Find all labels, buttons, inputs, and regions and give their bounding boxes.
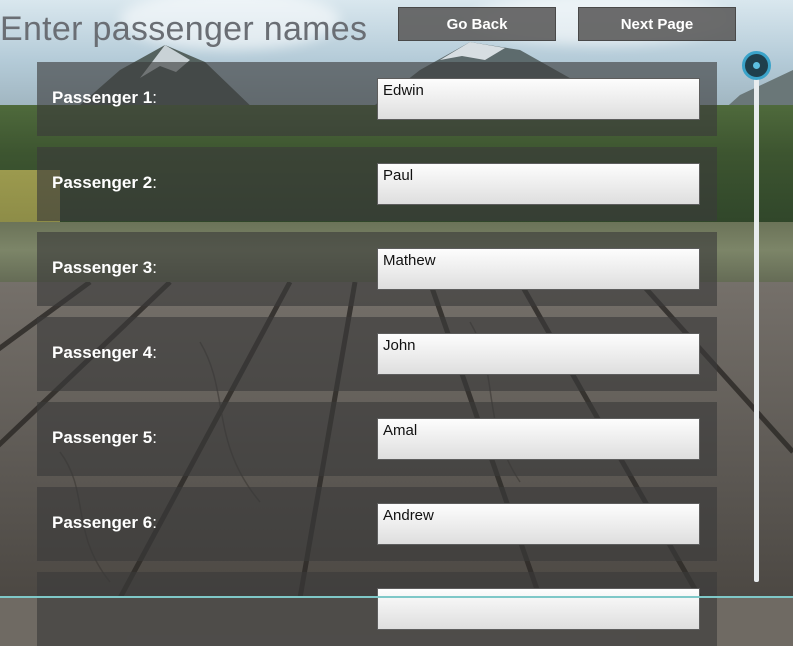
go-back-button[interactable]: Go Back — [398, 7, 556, 41]
passenger-name-input[interactable] — [377, 78, 700, 120]
passenger-row: Passenger 3: — [37, 232, 717, 306]
passenger-name-input[interactable] — [377, 248, 700, 290]
passenger-name-input[interactable] — [377, 588, 700, 630]
passenger-label: Passenger 2: — [52, 173, 157, 192]
passenger-label: Passenger 6: — [52, 513, 157, 532]
page-title: Enter passenger names — [0, 10, 368, 48]
passenger-row: Passenger 4: — [37, 317, 717, 391]
passenger-label: Passenger 4: — [52, 343, 157, 362]
passenger-name-input[interactable] — [377, 163, 700, 205]
passenger-label: Passenger 3: — [52, 258, 157, 277]
passenger-name-input[interactable] — [377, 503, 700, 545]
scrollbar-track[interactable] — [754, 66, 759, 582]
passenger-row: Passenger 2: — [37, 147, 717, 221]
next-page-button[interactable]: Next Page — [578, 7, 736, 41]
passenger-row — [37, 572, 717, 646]
passenger-name-input[interactable] — [377, 418, 700, 460]
scroll-thumb-icon[interactable] — [742, 51, 771, 80]
passenger-row: Passenger 1: — [37, 62, 717, 136]
passenger-label: Passenger 5: — [52, 428, 157, 447]
passenger-label: Passenger 1: — [52, 88, 157, 107]
passenger-row: Passenger 6: — [37, 487, 717, 561]
passenger-name-input[interactable] — [377, 333, 700, 375]
passenger-row: Passenger 5: — [37, 402, 717, 476]
